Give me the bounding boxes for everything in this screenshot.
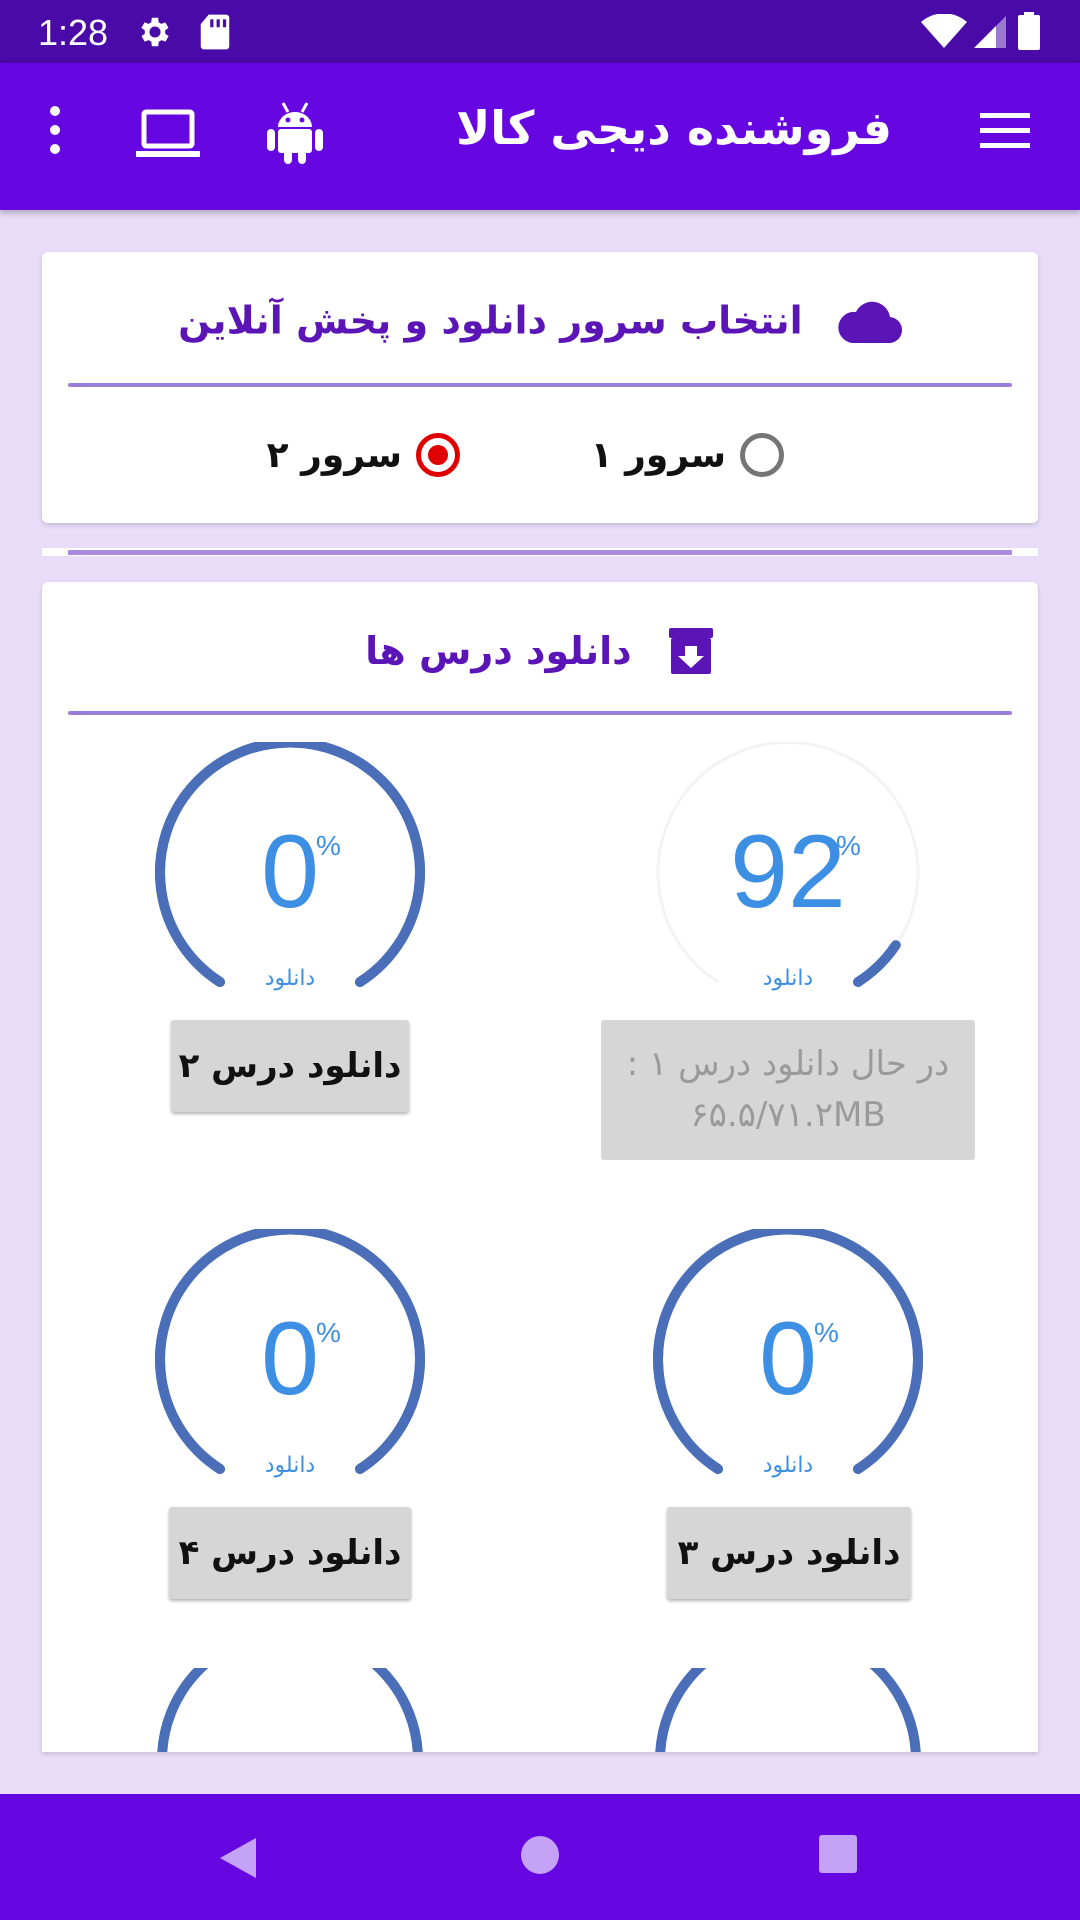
lesson-1-size-text: ۶۵.۵/۷۱.۲MB	[690, 1095, 886, 1135]
lesson-3-download-button[interactable]: دانلود درس ۳	[667, 1507, 911, 1599]
gear-icon	[141, 17, 169, 47]
server-radio-group: سرور ۱ سرور ۲	[42, 420, 1038, 490]
lesson-2-percent: 0	[261, 814, 319, 930]
lesson-4-percent: 0	[261, 1301, 319, 1417]
separator-bar	[42, 548, 1038, 556]
status-bar: 1:28	[0, 0, 1080, 63]
lesson-2-download-button[interactable]: دانلود درس ۲	[171, 1020, 409, 1112]
download-card: دانلود درس ها 92 % دانلود در حال دانلود …	[42, 582, 1038, 1752]
server-card-divider	[68, 383, 1012, 387]
sd-card-icon	[200, 14, 230, 50]
cloud-icon	[838, 301, 902, 343]
lesson-6-gauge-partial	[157, 1668, 423, 1752]
lesson-5-gauge-partial	[655, 1668, 921, 1752]
radio-checked-icon[interactable]	[416, 433, 460, 477]
percent-sign: %	[814, 1317, 839, 1348]
app-title: فروشنده دیجی کالا	[456, 101, 892, 155]
lesson-3-percent: 0	[759, 1301, 817, 1417]
lesson-2-progress-gauge: 0 % دانلود	[150, 742, 430, 1002]
percent-sign: %	[836, 830, 861, 861]
android-icon[interactable]	[266, 101, 324, 165]
server-select-card: انتخاب سرور دانلود و پخش آنلاین سرور ۱ س…	[42, 252, 1038, 523]
gauge-caption: دانلود	[762, 966, 814, 991]
radio-unchecked-icon[interactable]	[740, 433, 784, 477]
server-2-radio[interactable]: سرور ۲	[267, 420, 460, 490]
gauge-caption: دانلود	[762, 1453, 814, 1478]
more-vert-icon[interactable]	[46, 103, 64, 157]
server-card-header: انتخاب سرور دانلود و پخش آنلاین	[42, 296, 1038, 346]
battery-icon	[1018, 12, 1040, 50]
status-time: 1:28	[38, 12, 109, 53]
download-card-divider	[68, 711, 1012, 715]
app-bar: فروشنده دیجی کالا	[0, 63, 1080, 210]
gauge-caption: دانلود	[264, 966, 316, 991]
system-nav-bar	[0, 1794, 1080, 1920]
signal-icon	[974, 16, 1006, 48]
download-box-icon	[668, 628, 713, 674]
server-card-title: انتخاب سرور دانلود و پخش آنلاین	[178, 298, 803, 343]
download-card-header: دانلود درس ها	[42, 626, 1038, 676]
server-2-label: سرور ۲	[266, 434, 402, 476]
lesson-4-progress-gauge: 0 % دانلود	[150, 1229, 430, 1489]
lesson-4-download-button[interactable]: دانلود درس ۴	[169, 1507, 411, 1599]
home-icon[interactable]	[519, 1834, 561, 1876]
lesson-1-status-text: در حال دانلود درس ۱ :	[626, 1044, 950, 1084]
back-icon[interactable]	[216, 1834, 260, 1882]
percent-sign: %	[316, 1317, 341, 1348]
server-1-label: سرور ۱	[590, 434, 726, 476]
percent-sign: %	[316, 830, 341, 861]
lesson-1-progress-gauge: 92 % دانلود	[648, 742, 928, 1002]
recents-icon[interactable]	[818, 1834, 858, 1874]
wifi-icon	[921, 14, 967, 48]
lesson-1-download-button[interactable]: در حال دانلود درس ۱ : ۶۵.۵/۷۱.۲MB	[601, 1020, 975, 1160]
lesson-3-progress-gauge: 0 % دانلود	[648, 1229, 928, 1489]
lesson-1-percent: 92	[730, 814, 846, 930]
menu-icon[interactable]	[978, 103, 1032, 157]
server-1-radio[interactable]: سرور ۱	[591, 420, 784, 490]
gauge-caption: دانلود	[264, 1453, 316, 1478]
download-card-title: دانلود درس ها	[365, 629, 632, 673]
laptop-icon[interactable]	[136, 109, 200, 161]
